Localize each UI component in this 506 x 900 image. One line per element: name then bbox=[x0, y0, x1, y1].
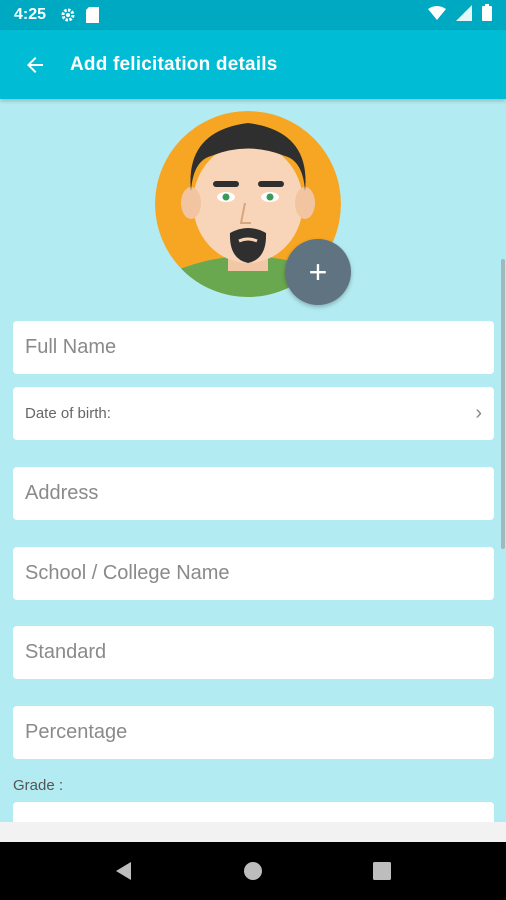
form-content[interactable]: + Full Name Date of birth: › Address Sch… bbox=[0, 99, 506, 822]
scrollbar[interactable] bbox=[501, 259, 505, 549]
nav-recents-icon bbox=[372, 862, 391, 880]
status-time: 4:25 bbox=[14, 6, 47, 23]
sd-card-icon bbox=[86, 7, 100, 23]
add-photo-button[interactable]: + bbox=[285, 239, 351, 305]
bottom-edge bbox=[0, 822, 506, 842]
grade-field[interactable] bbox=[13, 802, 494, 822]
school-college-field[interactable]: School / College Name bbox=[13, 547, 494, 600]
percentage-field[interactable]: Percentage bbox=[13, 706, 494, 759]
date-of-birth-field[interactable]: Date of birth: › bbox=[13, 387, 494, 440]
nav-back-icon bbox=[116, 862, 132, 880]
grade-label: Grade : bbox=[13, 777, 64, 794]
nav-home-button[interactable] bbox=[228, 846, 278, 896]
status-bar: 4:25 bbox=[0, 0, 506, 30]
gear-icon bbox=[60, 7, 76, 23]
full-name-field[interactable]: Full Name bbox=[13, 321, 494, 374]
page-title: Add felicitation details bbox=[70, 53, 278, 75]
address-placeholder: Address bbox=[25, 482, 99, 504]
wifi-icon bbox=[428, 5, 446, 25]
nav-back-button[interactable] bbox=[99, 846, 149, 896]
full-name-placeholder: Full Name bbox=[25, 336, 117, 358]
standard-field[interactable]: Standard bbox=[13, 626, 494, 679]
app-bar: Add felicitation details bbox=[0, 30, 506, 99]
school-college-placeholder: School / College Name bbox=[25, 562, 230, 584]
nav-home-icon bbox=[243, 862, 262, 880]
avatar-section: + bbox=[155, 111, 355, 305]
battery-icon bbox=[482, 4, 492, 26]
plus-icon: + bbox=[308, 253, 328, 290]
back-button[interactable] bbox=[0, 30, 70, 99]
nav-recents-button[interactable] bbox=[357, 846, 407, 896]
chevron-right-icon: › bbox=[475, 402, 482, 424]
arrow-left-icon bbox=[27, 56, 43, 73]
address-field[interactable]: Address bbox=[13, 467, 494, 520]
date-of-birth-label: Date of birth: bbox=[25, 405, 111, 422]
signal-icon bbox=[456, 4, 472, 26]
system-nav-bar bbox=[0, 842, 506, 900]
standard-placeholder: Standard bbox=[25, 641, 107, 663]
percentage-placeholder: Percentage bbox=[25, 721, 128, 743]
